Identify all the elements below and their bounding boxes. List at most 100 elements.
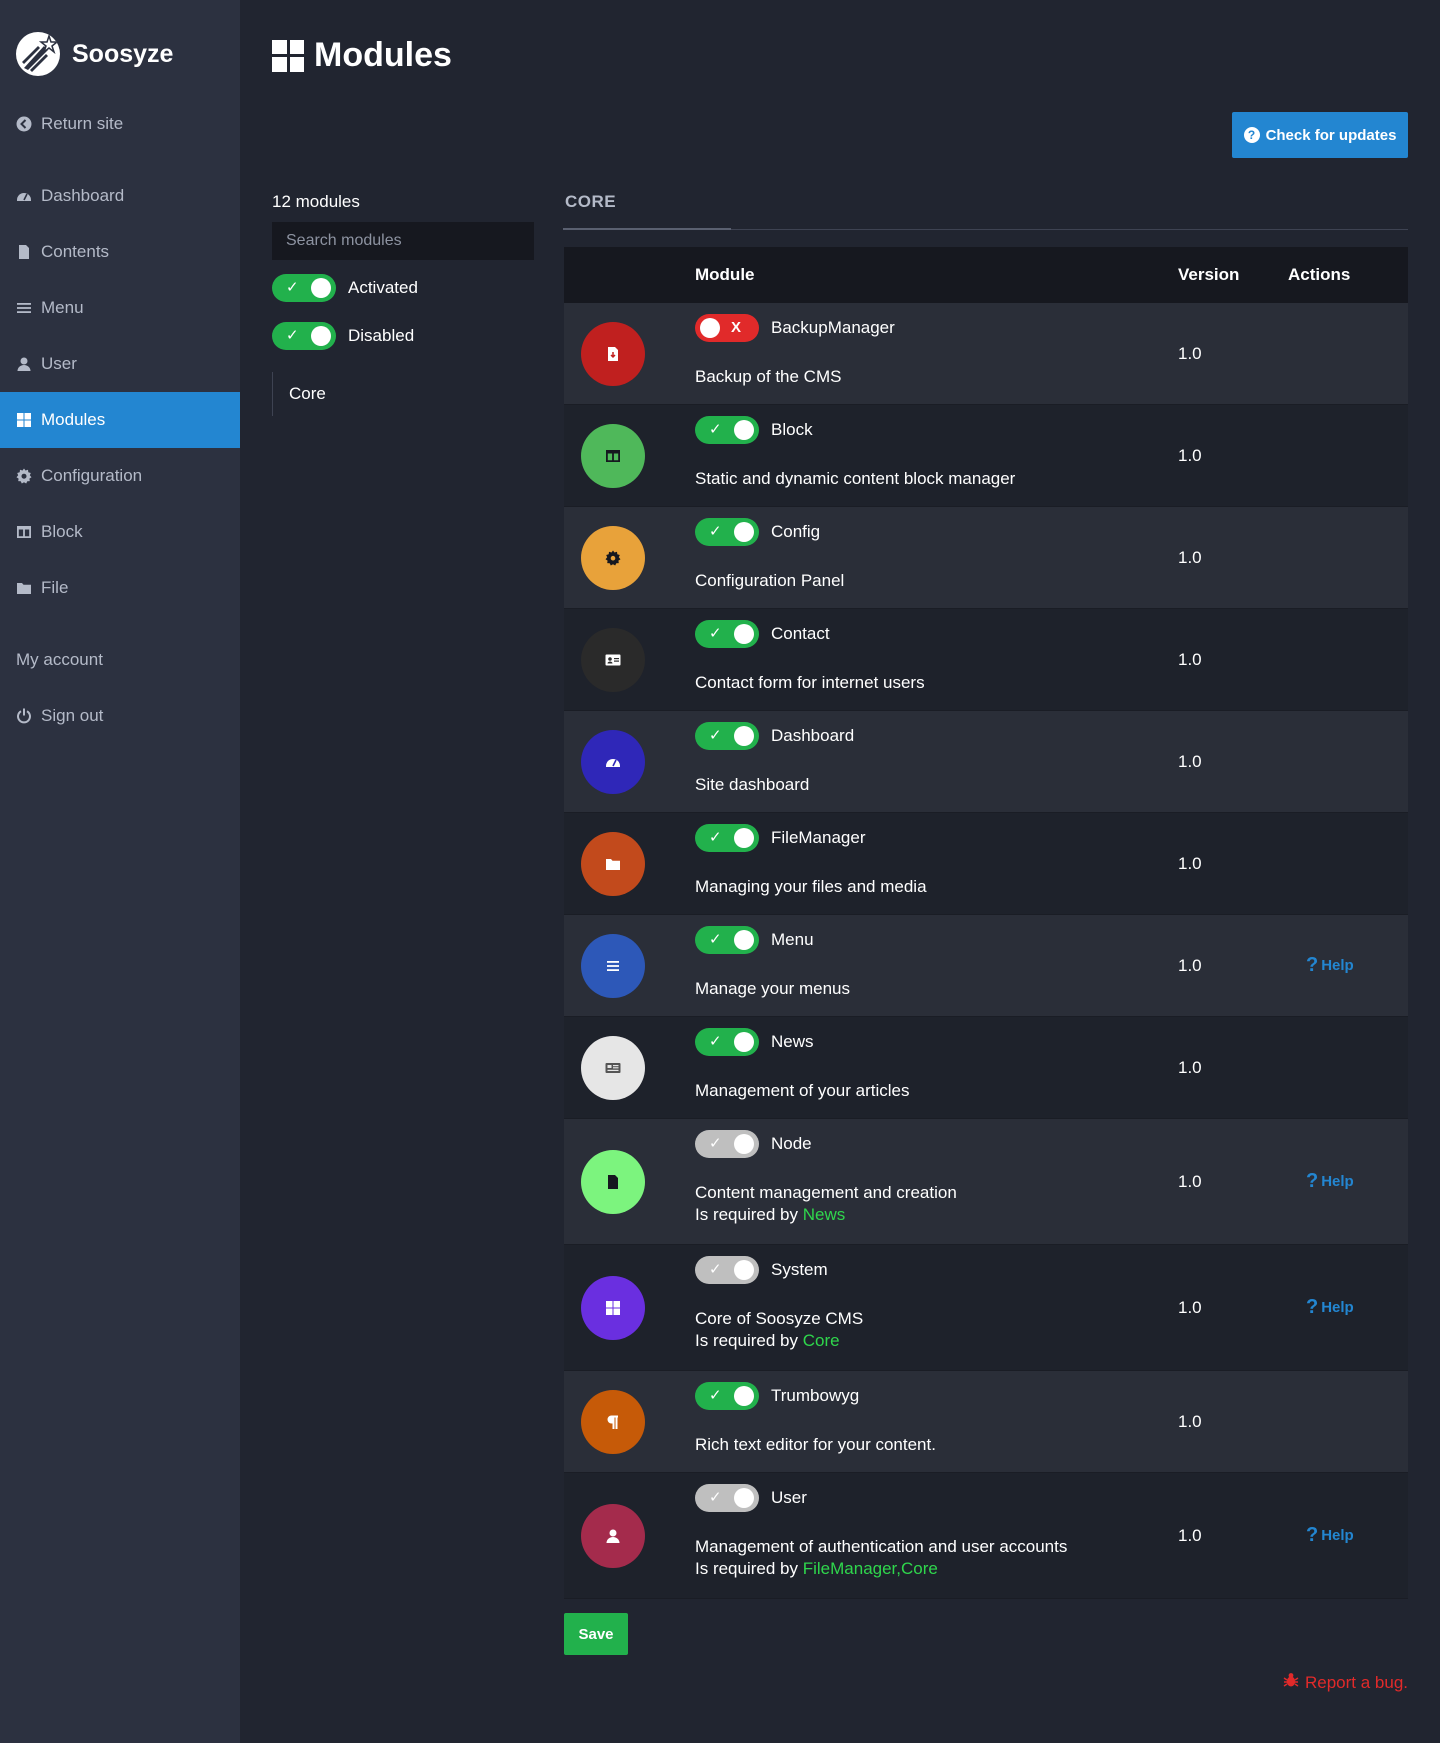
- module-header: ✓ Block: [695, 416, 813, 444]
- help-link-menu[interactable]: ? Help: [1306, 954, 1354, 977]
- module-toggle-menu[interactable]: ✓: [695, 926, 759, 954]
- disabled-toggle[interactable]: ✓: [272, 322, 336, 350]
- module-icon: [581, 628, 645, 692]
- tab-active-indicator: [563, 228, 731, 230]
- module-description-text: Management of your articles: [695, 1081, 910, 1100]
- module-name: Contact: [771, 624, 830, 643]
- module-toggle-node[interactable]: ✓: [695, 1130, 759, 1158]
- check-icon: ✓: [709, 625, 722, 642]
- table-row: ✓ Config Configuration Panel 1.0: [564, 507, 1408, 609]
- module-toggle-backupmanager[interactable]: X: [695, 314, 759, 342]
- question-icon: ?: [1306, 1524, 1319, 1546]
- module-toggle-user[interactable]: ✓: [695, 1484, 759, 1512]
- tab-core[interactable]: CORE: [565, 192, 616, 212]
- module-header: ✓ Dashboard: [695, 722, 854, 750]
- help-label: Help: [1321, 1299, 1354, 1316]
- module-count: 12 modules: [272, 192, 360, 211]
- column-header-actions: Actions: [1288, 265, 1351, 284]
- x-icon: X: [730, 319, 741, 336]
- module-version: 1.0: [1178, 1298, 1202, 1317]
- activated-label: Activated: [348, 278, 418, 297]
- sidebar-item-contents[interactable]: Contents: [0, 224, 240, 280]
- module-description-text: Site dashboard: [695, 775, 810, 794]
- sidebar-item-return-site[interactable]: Return site: [0, 96, 240, 152]
- module-icon: [581, 1276, 645, 1340]
- module-toggle-news[interactable]: ✓: [695, 1028, 759, 1056]
- sidebar-item-configuration[interactable]: Configuration: [0, 448, 240, 504]
- sidebar-item-block[interactable]: Block: [0, 504, 240, 560]
- module-icon: [581, 934, 645, 998]
- gear-icon: [605, 550, 621, 566]
- module-toggle-filemanager[interactable]: ✓: [695, 824, 759, 852]
- module-version: 1.0: [1178, 1172, 1202, 1191]
- table-row: ✓ Block Static and dynamic content block…: [564, 405, 1408, 507]
- file-icon: [16, 244, 32, 260]
- sidebar-item-menu[interactable]: Menu: [0, 280, 240, 336]
- menu-icon: [607, 961, 619, 971]
- sidebar-item-user[interactable]: User: [0, 336, 240, 392]
- user-icon: [606, 1529, 620, 1543]
- sidebar-item-file[interactable]: File: [0, 560, 240, 616]
- required-by-link[interactable]: FileManager,Core: [803, 1559, 938, 1578]
- required-by-link[interactable]: News: [803, 1205, 846, 1224]
- table-row: ✓ FileManager Managing your files and me…: [564, 813, 1408, 915]
- module-icon: [581, 1150, 645, 1214]
- module-toggle-config[interactable]: ✓: [695, 518, 759, 546]
- activated-toggle[interactable]: ✓: [272, 274, 336, 302]
- module-name: News: [771, 1032, 814, 1051]
- module-version: 1.0: [1178, 344, 1202, 363]
- help-link-user[interactable]: ? Help: [1306, 1524, 1354, 1547]
- report-bug-link[interactable]: Report a bug.: [1283, 1672, 1408, 1693]
- menu-icon: [16, 300, 32, 316]
- table-row: ✓ Trumbowyg Rich text editor for your co…: [564, 1371, 1408, 1473]
- module-toggle-trumbowyg[interactable]: ✓: [695, 1382, 759, 1410]
- module-toggle-dashboard[interactable]: ✓: [695, 722, 759, 750]
- check-icon: ✓: [709, 931, 722, 948]
- module-description: Site dashboard: [695, 774, 809, 796]
- module-description: Contact form for internet users: [695, 672, 925, 694]
- module-name: Block: [771, 420, 813, 439]
- module-header: X BackupManager: [695, 314, 895, 342]
- module-header: ✓ Config: [695, 518, 820, 546]
- page-title: Modules: [272, 36, 452, 75]
- module-icon: [581, 1390, 645, 1454]
- module-toggle-contact[interactable]: ✓: [695, 620, 759, 648]
- module-description-text: Core of Soosyze CMS: [695, 1309, 864, 1328]
- block-icon: [16, 524, 32, 540]
- table-row: ✓ Dashboard Site dashboard 1.0: [564, 711, 1408, 813]
- check-for-updates-button[interactable]: ? Check for updates: [1232, 112, 1408, 158]
- module-description: Managing your files and media: [695, 876, 927, 898]
- table-row: ✓ Node Content management and creation I…: [564, 1119, 1408, 1245]
- sidebar-item-modules[interactable]: Modules: [0, 392, 240, 448]
- category-core-link[interactable]: Core: [289, 384, 326, 404]
- help-link-node[interactable]: ? Help: [1306, 1170, 1354, 1193]
- required-by-prefix: Is required by: [695, 1205, 798, 1224]
- required-by-link[interactable]: Core: [803, 1331, 840, 1350]
- folder-icon: [606, 859, 620, 870]
- sidebar-item-my-account[interactable]: My account: [0, 632, 240, 688]
- dashboard-icon: [606, 759, 620, 767]
- search-modules-input[interactable]: [272, 222, 534, 260]
- brand[interactable]: Soosyze: [16, 32, 173, 76]
- help-link-system[interactable]: ? Help: [1306, 1296, 1354, 1319]
- column-header-module: Module: [695, 265, 755, 284]
- question-icon: ?: [1306, 1170, 1319, 1192]
- module-toggle-block[interactable]: ✓: [695, 416, 759, 444]
- module-description-text: Backup of the CMS: [695, 367, 842, 386]
- module-header: ✓ System: [695, 1256, 828, 1284]
- module-name: Dashboard: [771, 726, 855, 745]
- module-version: 1.0: [1178, 854, 1202, 873]
- sidebar-item-label: Block: [41, 522, 83, 541]
- module-toggle-system[interactable]: ✓: [695, 1256, 759, 1284]
- sidebar-item-dashboard[interactable]: Dashboard: [0, 168, 240, 224]
- module-icon: [581, 424, 645, 488]
- sidebar-item-sign-out[interactable]: Sign out: [0, 688, 240, 744]
- check-icon: ✓: [286, 279, 299, 296]
- newspaper-icon: [605, 1063, 621, 1073]
- backup-file-icon: [608, 347, 618, 361]
- check-for-updates-label: Check for updates: [1265, 126, 1397, 144]
- module-header: ✓ News: [695, 1028, 814, 1056]
- module-description: Management of your articles: [695, 1080, 910, 1102]
- save-button[interactable]: Save: [564, 1613, 628, 1655]
- check-icon: ✓: [709, 1387, 722, 1404]
